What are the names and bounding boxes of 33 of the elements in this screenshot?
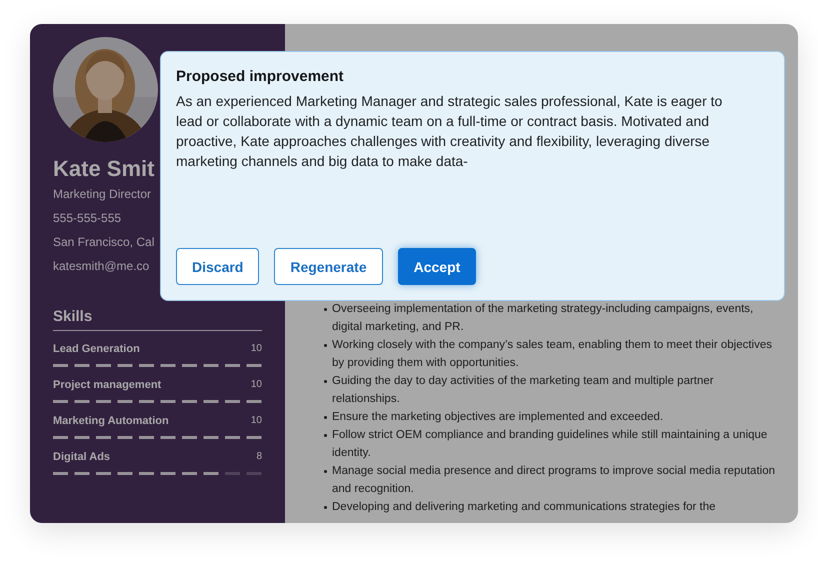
accept-button[interactable]: Accept	[398, 248, 476, 285]
bullet-icon	[324, 308, 327, 311]
skill-name: Digital Ads	[53, 451, 110, 463]
contact-detail: Marketing Director	[53, 186, 152, 203]
dialog-title: Proposed improvement	[176, 68, 345, 85]
person-name: Kate Smit	[53, 156, 154, 182]
skill-score: 10	[250, 379, 262, 391]
skill-score: 8	[256, 451, 262, 463]
bullet-icon	[324, 380, 327, 383]
skill-name: Project management	[53, 379, 162, 391]
dialog-text: As an experienced Marketing Manager and strategic sales professional, Kate is eager to lead or collaborate with a dynamic team on a full-time or contract basis. Motivated and proactive, Kate approaches challenges with creativity and flexibility, leveraging diverse marketing channels and big data to make data-	[176, 92, 724, 171]
experience-item: Ensure the marketing objectives are implemented and exceeded.	[332, 410, 664, 425]
experience-item: Follow strict OEM compliance and branding guidelines while still maintaining a unique identity.	[332, 428, 768, 461]
contact-detail: 555-555-555	[53, 210, 122, 227]
skills-heading: Skills	[53, 308, 262, 331]
experience-item: Guiding the day to day activities of the marketing team and multiple partner relationships.	[332, 374, 715, 407]
skill-score: 10	[250, 343, 262, 355]
bullet-icon	[324, 470, 327, 473]
experience-item: Working closely with the company’s sales team, enabling them to meet their objectives by providing them with opportunities.	[332, 338, 773, 371]
experience-item: Developing and delivering marketing and communications strategies for the	[332, 500, 716, 515]
experience-item: Overseeing implementation of the marketing strategy-including campaigns, events, digital marketing, and PR.	[332, 302, 754, 335]
experience-item: Manage social media presence and direct programs to improve social media reputation and recognition.	[332, 464, 776, 497]
bullet-icon	[324, 434, 327, 437]
bullet-icon	[324, 416, 327, 419]
skill-name: Lead Generation	[53, 343, 140, 355]
skill-name: Marketing Automation	[53, 415, 169, 427]
skill-score: 10	[250, 415, 262, 427]
secondary-button[interactable]: Discard	[176, 248, 260, 285]
bullet-icon	[324, 506, 327, 509]
bullet-icon	[324, 344, 327, 347]
contact-detail: San Francisco, Cal	[53, 234, 154, 251]
secondary-button[interactable]: Regenerate	[274, 248, 383, 285]
contact-detail: katesmith@me.co	[53, 258, 150, 275]
